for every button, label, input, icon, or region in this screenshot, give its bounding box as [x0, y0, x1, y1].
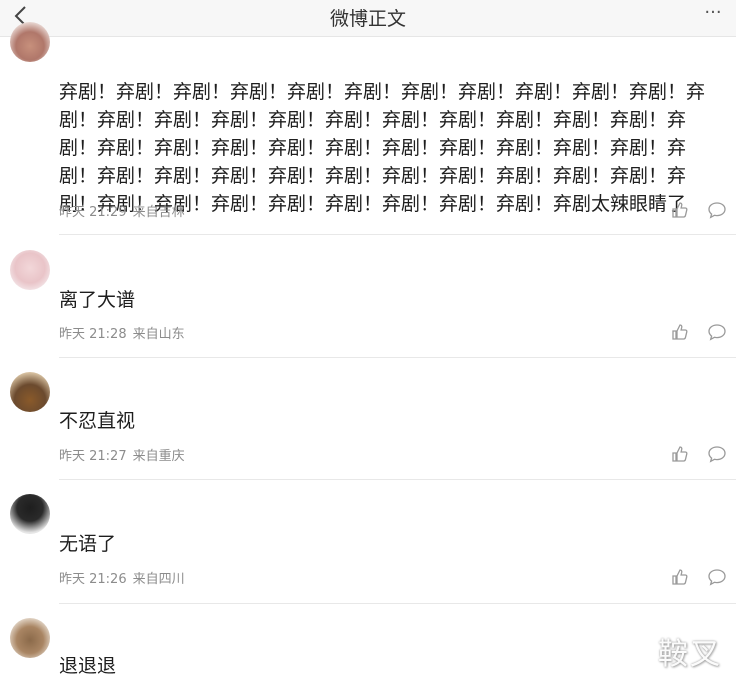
comment-text: 退退退 [59, 655, 117, 677]
page-title: 微博正文 [329, 8, 406, 30]
comment-text: 无语了 [59, 533, 117, 555]
comment-time: 昨天 21:28 [59, 327, 127, 342]
thumbs-up-icon [672, 446, 688, 462]
comment-time: 昨天 21:27 [59, 449, 127, 464]
like-button[interactable] [670, 444, 690, 464]
comment-bubble-icon [708, 569, 726, 586]
comment-location: 来自四川 [132, 572, 185, 587]
avatar[interactable] [10, 494, 50, 534]
reply-button[interactable] [707, 567, 727, 587]
comment-meta: 昨天 21:28 来自山东 [59, 323, 185, 342]
comment-item: 离了大谱 昨天 21:28 来自山东 [0, 236, 736, 358]
like-button[interactable] [670, 567, 690, 587]
reply-button[interactable] [707, 444, 727, 464]
comment-time: 昨天 21:26 [59, 572, 127, 587]
comment-time: 昨天 21:29 [59, 205, 127, 220]
comment-bubble-icon [708, 446, 726, 463]
divider [59, 234, 736, 235]
more-options-button[interactable]: ··· [700, 2, 726, 30]
comment-meta: 昨天 21:27 来自重庆 [59, 445, 185, 464]
avatar[interactable] [10, 618, 50, 658]
avatar[interactable] [10, 250, 50, 290]
thumbs-up-icon [672, 569, 688, 585]
like-button[interactable] [670, 322, 690, 342]
comment-location: 来自吉林 [132, 205, 185, 220]
comment-item: 弃剧！弃剧！弃剧！弃剧！弃剧！弃剧！弃剧！弃剧！弃剧！弃剧！弃剧！弃剧！弃剧！弃… [0, 22, 736, 236]
comment-location: 来自山东 [132, 327, 185, 342]
comment-text: 不忍直视 [59, 410, 136, 432]
reply-button[interactable] [707, 200, 727, 220]
comment-text: 离了大谱 [59, 289, 136, 311]
reply-button[interactable] [707, 322, 727, 342]
thumbs-up-icon [672, 324, 688, 340]
top-bar: 微博正文 ··· [0, 0, 736, 37]
avatar[interactable] [10, 22, 50, 62]
comment-item: 无语了 昨天 21:26 来自四川 [0, 480, 736, 604]
comment-bubble-icon [708, 324, 726, 341]
like-button[interactable] [670, 200, 690, 220]
avatar[interactable] [10, 372, 50, 412]
comment-item: 退退退 [0, 604, 736, 689]
comment-meta: 昨天 21:29 来自吉林 [59, 201, 185, 220]
comment-meta: 昨天 21:26 来自四川 [59, 568, 185, 587]
watermark: 鞍叉 [658, 637, 722, 672]
comment-item: 不忍直视 昨天 21:27 来自重庆 [0, 358, 736, 480]
comment-location: 来自重庆 [132, 449, 185, 464]
thumbs-up-icon [672, 202, 688, 218]
comment-text: 弃剧！弃剧！弃剧！弃剧！弃剧！弃剧！弃剧！弃剧！弃剧！弃剧！弃剧！弃剧！弃剧！弃… [59, 81, 706, 215]
comment-bubble-icon [708, 202, 726, 219]
